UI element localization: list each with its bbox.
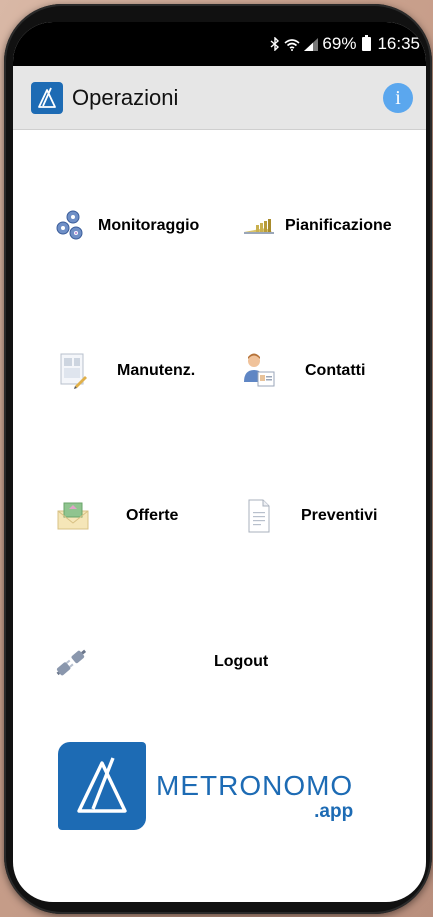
brand-text: METRONOMO .app	[156, 770, 354, 822]
signal-icon	[304, 37, 319, 51]
menu-label-monitoraggio: Monitoraggio	[98, 217, 200, 234]
screen: 69% 16:35 Operazioni i Monitoraggio Pian…	[13, 22, 426, 902]
gears-icon	[53, 208, 89, 244]
battery-icon	[362, 35, 372, 51]
info-button[interactable]: i	[383, 83, 413, 113]
menu-item-offerte[interactable]: Offerte	[55, 498, 178, 534]
status-bar: 69% 16:35	[13, 22, 426, 66]
envelope-icon	[55, 498, 91, 534]
menu-item-manutenzione[interactable]: Manutenz.	[55, 353, 195, 389]
document-edit-icon	[55, 353, 91, 389]
menu-item-preventivi[interactable]: Preventivi	[241, 498, 377, 534]
menu-label-logout: Logout	[214, 653, 269, 670]
contact-card-icon	[241, 353, 277, 389]
clock: 16:35	[377, 34, 420, 53]
menu-item-monitoraggio[interactable]: Monitoraggio	[53, 208, 199, 244]
brand-domain: .app	[314, 801, 354, 822]
app-logo-icon	[31, 81, 63, 114]
brand-block: METRONOMO .app	[58, 742, 353, 830]
wifi-icon	[284, 38, 300, 51]
document-icon	[241, 498, 277, 534]
menu-item-contatti[interactable]: Contatti	[241, 353, 365, 389]
brand-name: METRONOMO	[156, 770, 354, 801]
menu-item-pianificazione[interactable]: Pianificazione	[241, 208, 392, 244]
menu-item-logout[interactable]: Logout	[53, 644, 268, 680]
menu-label-manutenzione: Manutenz.	[117, 362, 196, 379]
bluetooth-icon	[270, 37, 280, 51]
phone-frame: 69% 16:35 Operazioni i Monitoraggio Pian…	[4, 4, 432, 914]
plug-disconnect-icon	[53, 644, 89, 680]
menu-label-pianificazione: Pianificazione	[285, 217, 392, 234]
metronomo-logo-icon	[58, 742, 146, 830]
menu-label-contatti: Contatti	[305, 362, 366, 379]
app-bar: Operazioni i	[13, 66, 426, 130]
planning-bars-icon	[241, 208, 277, 244]
page-title: Operazioni	[72, 84, 179, 110]
menu-label-preventivi: Preventivi	[301, 507, 378, 524]
battery-percent: 69%	[322, 34, 357, 53]
menu-label-offerte: Offerte	[126, 507, 179, 524]
